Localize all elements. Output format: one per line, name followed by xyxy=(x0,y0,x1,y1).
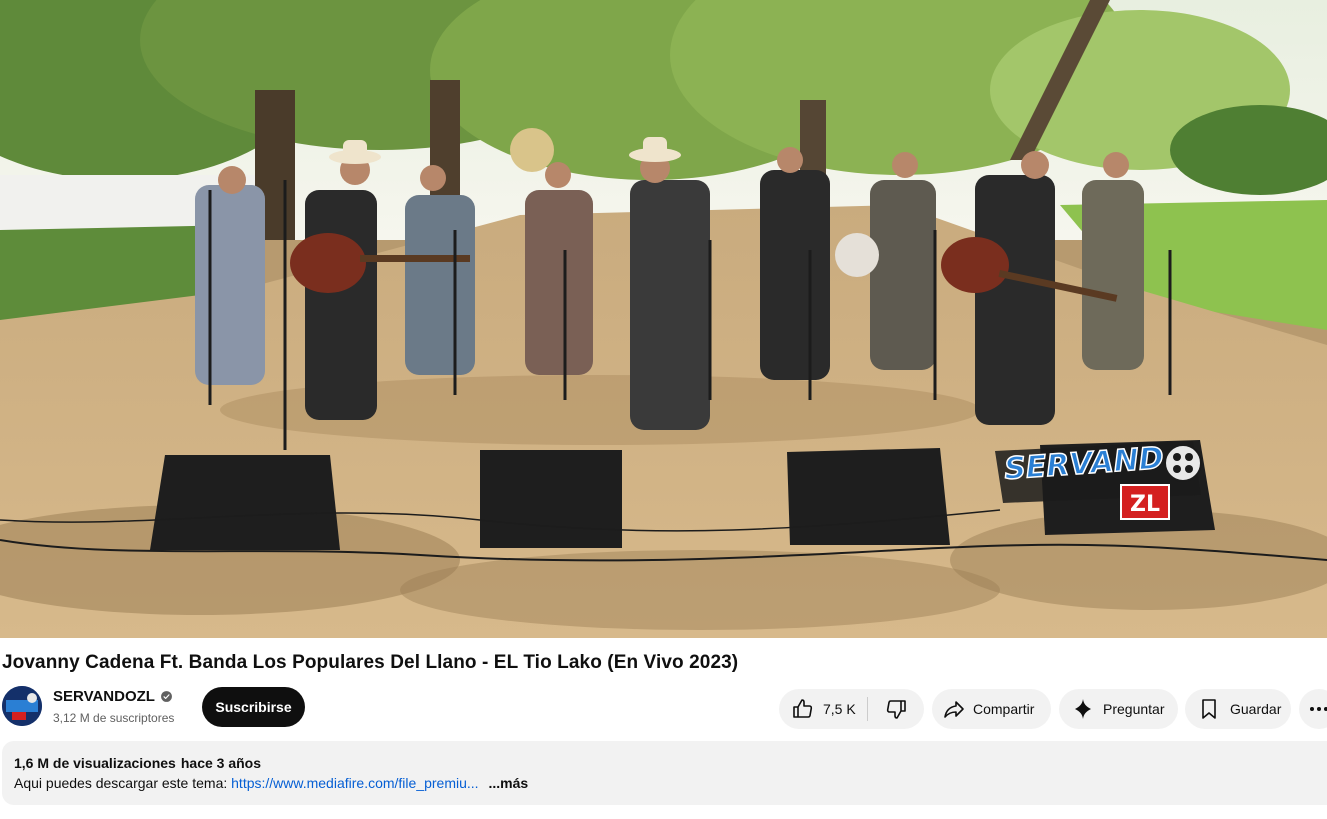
save-label: Guardar xyxy=(1230,701,1282,717)
description-box[interactable]: 1,6 M de visualizaciones hace 3 años Aqui… xyxy=(2,741,1327,805)
subscribe-button[interactable]: Suscribirse xyxy=(202,687,305,727)
video-title: Jovanny Cadena Ft. Banda Los Populares D… xyxy=(2,652,739,673)
video-meta: 1,6 M de visualizaciones hace 3 años xyxy=(14,755,261,771)
view-count: 1,6 M de visualizaciones xyxy=(14,755,176,771)
channel-avatar[interactable] xyxy=(2,686,42,726)
description-line: Aqui puedes descargar este tema: https:/… xyxy=(14,775,528,791)
more-icon xyxy=(1310,707,1327,711)
ask-label: Preguntar xyxy=(1103,701,1165,717)
description-link[interactable]: https://www.mediafire.com/file_premiu... xyxy=(231,775,478,791)
bookmark-icon xyxy=(1202,699,1216,719)
like-button[interactable]: 7,5 K xyxy=(779,689,867,729)
share-label: Compartir xyxy=(973,701,1035,717)
share-icon xyxy=(944,701,964,718)
description-text: Aqui puedes descargar este tema: xyxy=(14,775,228,791)
video-player[interactable]: SERVAND ZL xyxy=(0,0,1327,638)
thumb-up-icon xyxy=(793,699,813,718)
save-button[interactable]: Guardar xyxy=(1185,689,1291,729)
channel-name[interactable]: SERVANDOZL xyxy=(53,688,155,705)
dislike-button[interactable] xyxy=(868,689,924,729)
thumb-down-icon xyxy=(886,700,906,719)
subscriber-count: 3,12 M de suscriptores xyxy=(53,711,175,725)
share-button[interactable]: Compartir xyxy=(932,689,1051,729)
show-more-button[interactable]: ...más xyxy=(488,775,528,791)
channel-watermark-logo: SERVAND ZL xyxy=(993,437,1208,523)
sparkle-icon xyxy=(1075,699,1091,719)
watermark-text-bottom: ZL xyxy=(1130,492,1160,517)
channel-name-link[interactable]: SERVANDOZL xyxy=(53,688,173,705)
like-dislike-group: 7,5 K xyxy=(779,689,924,729)
more-actions-button[interactable] xyxy=(1299,689,1327,729)
ask-button[interactable]: Preguntar xyxy=(1059,689,1178,729)
verified-icon xyxy=(161,691,172,702)
like-count: 7,5 K xyxy=(823,701,856,717)
upload-age: hace 3 años xyxy=(180,755,262,771)
video-frame-image xyxy=(0,0,1327,638)
